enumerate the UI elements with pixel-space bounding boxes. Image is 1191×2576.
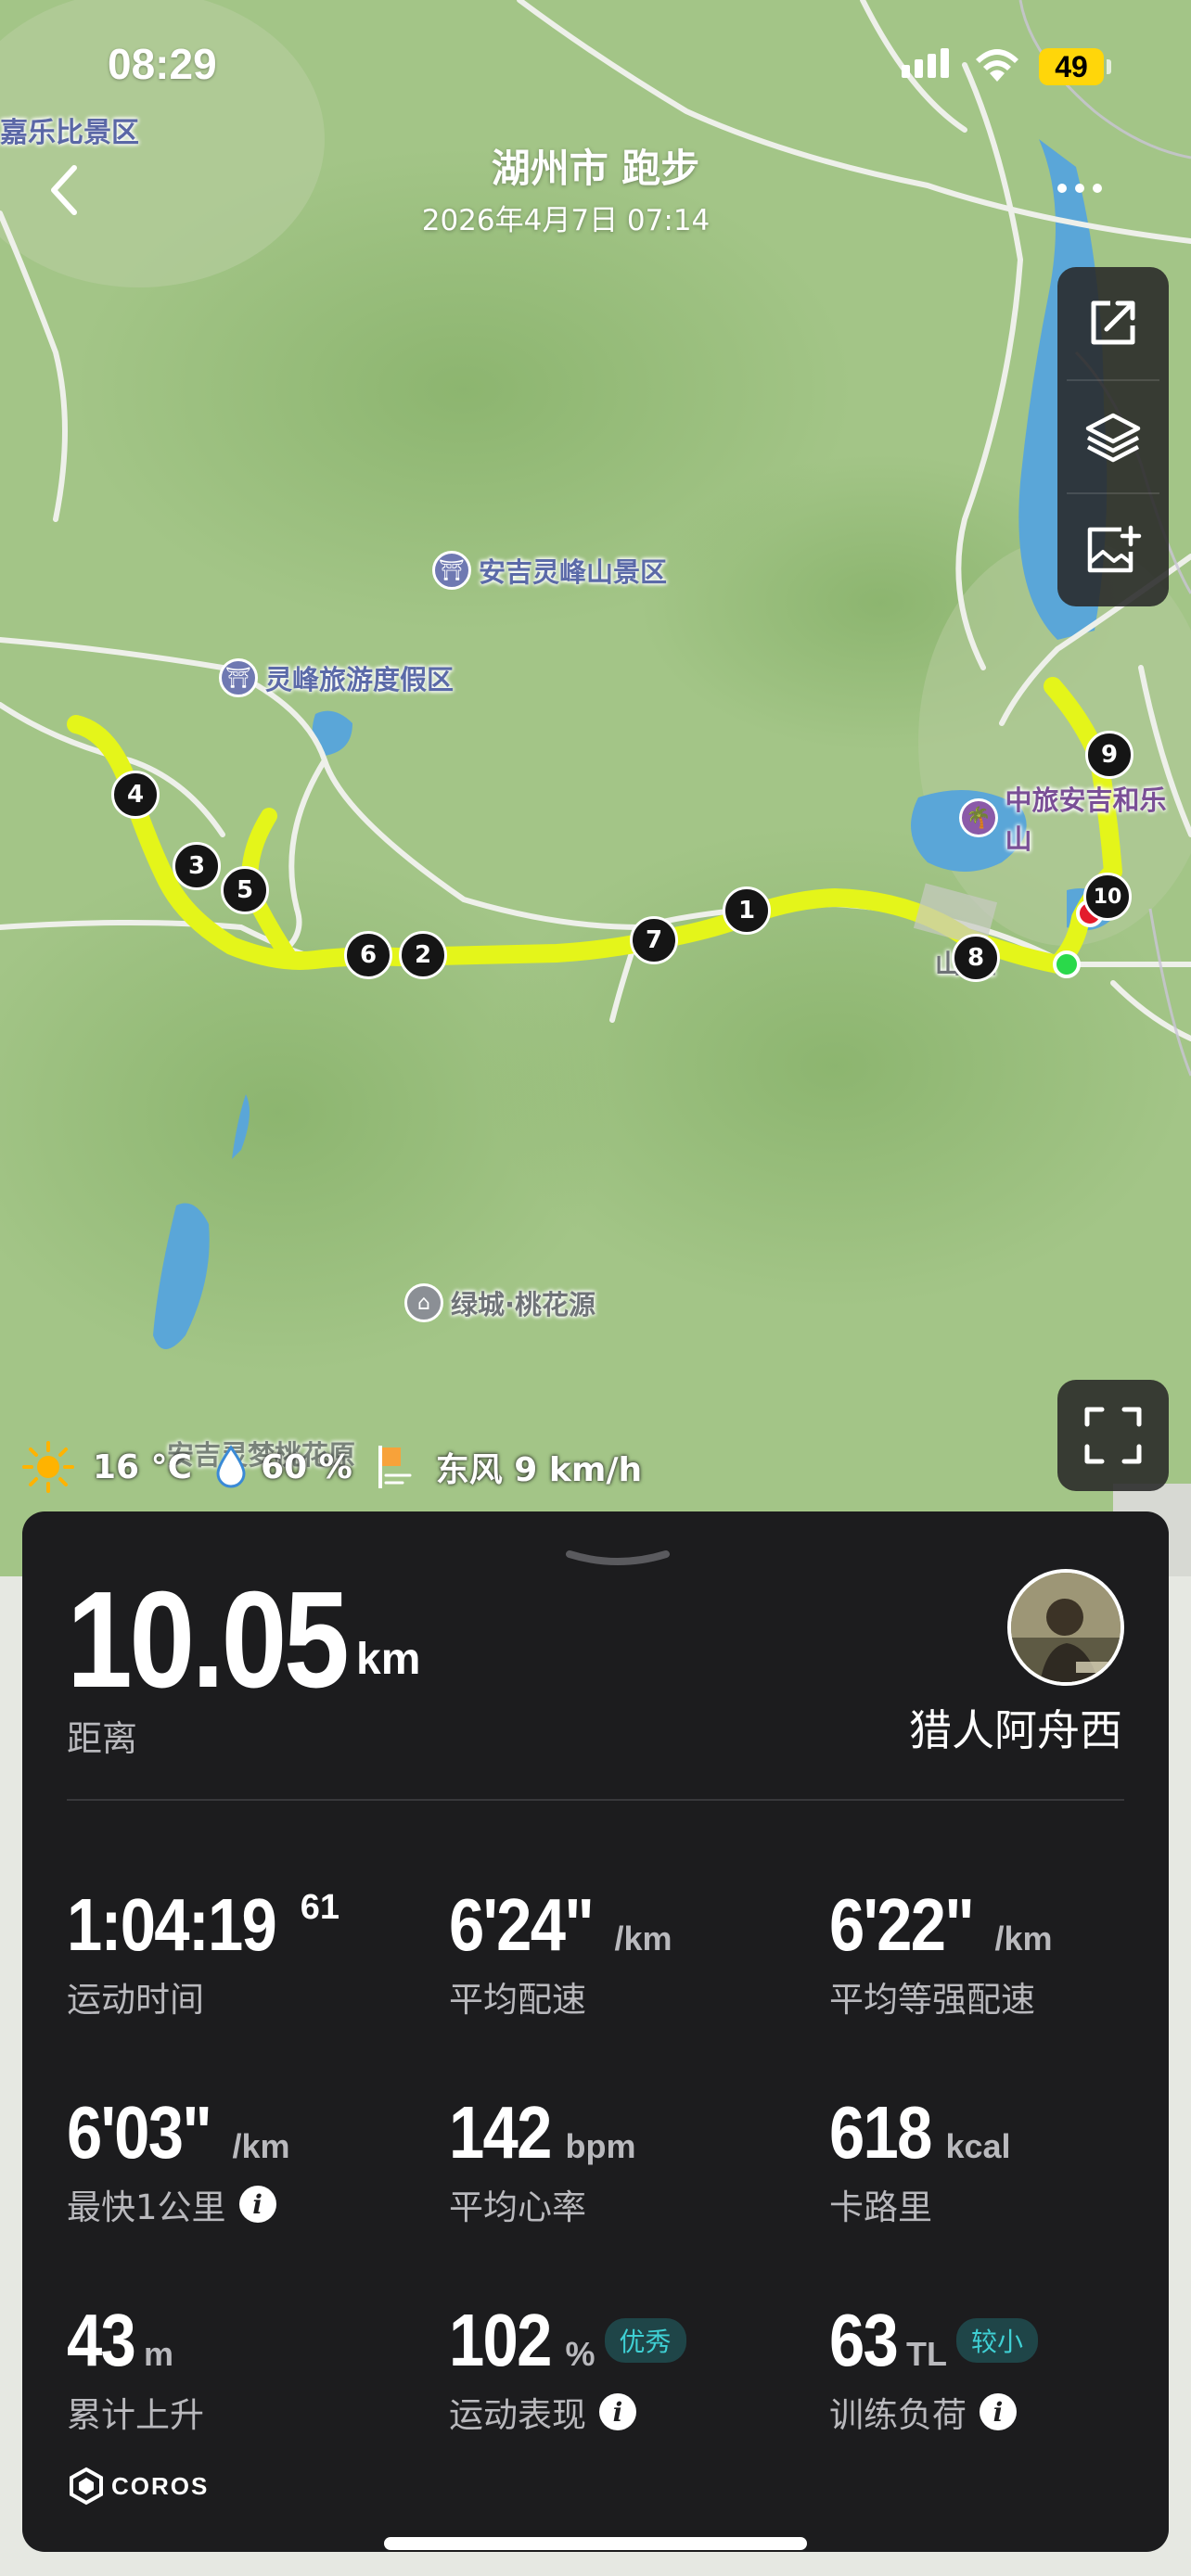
stat-avg-hr: 142 bpm 平均心率	[449, 2090, 820, 2229]
stat-value: 102	[449, 2299, 552, 2381]
km-marker-4: 4	[111, 771, 160, 819]
stat-label: 平均心率	[449, 2187, 586, 2227]
house-icon: ⌂	[404, 1283, 443, 1322]
distance-label: 距离	[67, 1718, 138, 1759]
map-layers-button[interactable]	[1057, 381, 1169, 492]
more-options-button[interactable]	[1057, 184, 1102, 193]
training-load-badge: 较小	[955, 2318, 1038, 2363]
distance-unit: km	[356, 1635, 421, 1684]
info-icon[interactable]: i	[599, 2393, 636, 2430]
stat-performance: 102% 优秀 运动表现 i	[449, 2298, 820, 2437]
stat-value: 142	[449, 2091, 552, 2174]
km-marker-10: 10	[1083, 873, 1132, 921]
stat-value: 6'03"	[67, 2091, 212, 2174]
stat-label: 最快1公里	[67, 2187, 226, 2227]
stat-label: 训练负荷	[829, 2395, 967, 2435]
wifi-icon	[976, 49, 1018, 82]
fullscreen-icon	[1084, 1407, 1142, 1464]
username: 猎人阿舟西	[909, 1705, 1122, 1755]
stat-unit: TL	[905, 2335, 947, 2373]
battery-indicator: 49	[1039, 48, 1104, 85]
km-marker-7: 7	[630, 916, 678, 964]
stat-value: 618	[829, 2091, 932, 2174]
coros-logo-icon	[70, 2467, 103, 2506]
stat-avg-pace: 6'24" /km 平均配速	[449, 1882, 820, 2021]
km-marker-3: 3	[173, 842, 221, 890]
stat-unit: /km	[232, 2127, 290, 2165]
wind-flag-icon	[378, 1446, 412, 1488]
stat-label: 运动表现	[449, 2395, 586, 2435]
share-button[interactable]	[1057, 267, 1169, 378]
activity-datetime: 2026年4月7日 07:14	[421, 204, 711, 237]
km-marker-8: 8	[952, 934, 1000, 982]
performance-badge: 优秀	[604, 2318, 686, 2363]
distance-value: 10.05	[67, 1563, 350, 1716]
stat-label: 卡路里	[829, 2187, 932, 2227]
stat-calories: 618 kcal 卡路里	[829, 2090, 1191, 2229]
map-tools-panel	[1057, 267, 1169, 606]
landmark-icon: ⛩	[432, 551, 471, 590]
stat-fastest-km: 6'03" /km 最快1公里 i	[67, 2090, 438, 2229]
layers-icon	[1085, 413, 1141, 463]
stat-duration: 1:04:19 61 运动时间	[67, 1882, 438, 2021]
cellular-signal-icon	[902, 48, 949, 78]
weather-bar: 16 °C 60 % 东风 9 km/h	[20, 1439, 662, 1495]
stat-sup: 61	[300, 1888, 340, 1927]
stat-training-load: 63 TL 较小 训练负荷 i	[829, 2298, 1191, 2437]
stat-unit: m	[143, 2335, 173, 2373]
info-icon[interactable]: i	[238, 2186, 276, 2223]
stat-value: 63	[829, 2299, 899, 2381]
battery-tip	[1107, 59, 1111, 74]
stat-label: 平均等强配速	[829, 1980, 1035, 2020]
add-photo-button[interactable]	[1057, 495, 1169, 606]
landmark-icon: ⛩	[219, 658, 258, 697]
stat-label: 运动时间	[67, 1980, 204, 2020]
stat-unit: bpm	[565, 2127, 636, 2165]
brand-name: COROS	[111, 2471, 210, 2500]
km-marker-6: 6	[344, 931, 392, 979]
humidity: 60 %	[261, 1447, 352, 1486]
sun-icon	[22, 1441, 74, 1493]
stat-label: 累计上升	[67, 2395, 204, 2435]
divider	[67, 1799, 1124, 1801]
avatar[interactable]	[1007, 1569, 1124, 1686]
collapse-handle-icon[interactable]	[566, 1549, 670, 1571]
brand-logo: COROS	[67, 2467, 209, 2506]
fullscreen-button[interactable]	[1057, 1380, 1169, 1491]
stat-value: 43	[67, 2299, 136, 2381]
poi-lingfeng-resort[interactable]: ⛩ 灵峰旅游度假区	[219, 658, 454, 697]
page-title: 湖州市 跑步	[491, 146, 700, 191]
poi-anji-lingfeng[interactable]: ⛩ 安吉灵峰山景区	[432, 551, 667, 590]
km-marker-1: 1	[723, 886, 771, 935]
start-point	[1053, 950, 1081, 978]
stat-elevation: 43 m 累计上升	[67, 2298, 438, 2437]
humidity-icon	[216, 1445, 246, 1488]
wind: 东风 9 km/h	[435, 1451, 643, 1489]
poi-lvcheng[interactable]: ⌂ 绿城·桃花源	[404, 1283, 596, 1322]
home-indicator[interactable]	[384, 2537, 807, 2550]
stat-value: 1:04:19	[67, 1883, 277, 1966]
km-marker-2: 2	[399, 931, 447, 979]
status-time: 08:29	[108, 40, 217, 88]
add-image-icon	[1087, 525, 1142, 572]
stat-value: 6'22"	[829, 1883, 975, 1966]
stat-unit: /km	[994, 1919, 1053, 1958]
share-icon	[1091, 300, 1135, 345]
km-marker-5: 5	[221, 866, 269, 914]
stat-unit: %	[565, 2335, 596, 2373]
km-marker-9: 9	[1085, 731, 1133, 779]
poi-zhonglv[interactable]: 🌴 中旅安吉和乐山	[959, 779, 1191, 857]
activity-summary-panel: 10.05 km 距离 猎人阿舟西 1:04:19 61 运动时间 6'24" /k…	[22, 1511, 1169, 2552]
stat-label: 平均配速	[449, 1980, 586, 2020]
stat-grade-pace: 6'22" /km 平均等强配速	[829, 1882, 1191, 2021]
stat-unit: /km	[614, 1919, 672, 1958]
info-icon[interactable]: i	[980, 2393, 1017, 2430]
stat-value: 6'24"	[449, 1883, 595, 1966]
stat-unit: kcal	[945, 2127, 1011, 2165]
temperature: 16 °C	[93, 1447, 193, 1486]
palm-tree-icon: 🌴	[959, 798, 998, 837]
